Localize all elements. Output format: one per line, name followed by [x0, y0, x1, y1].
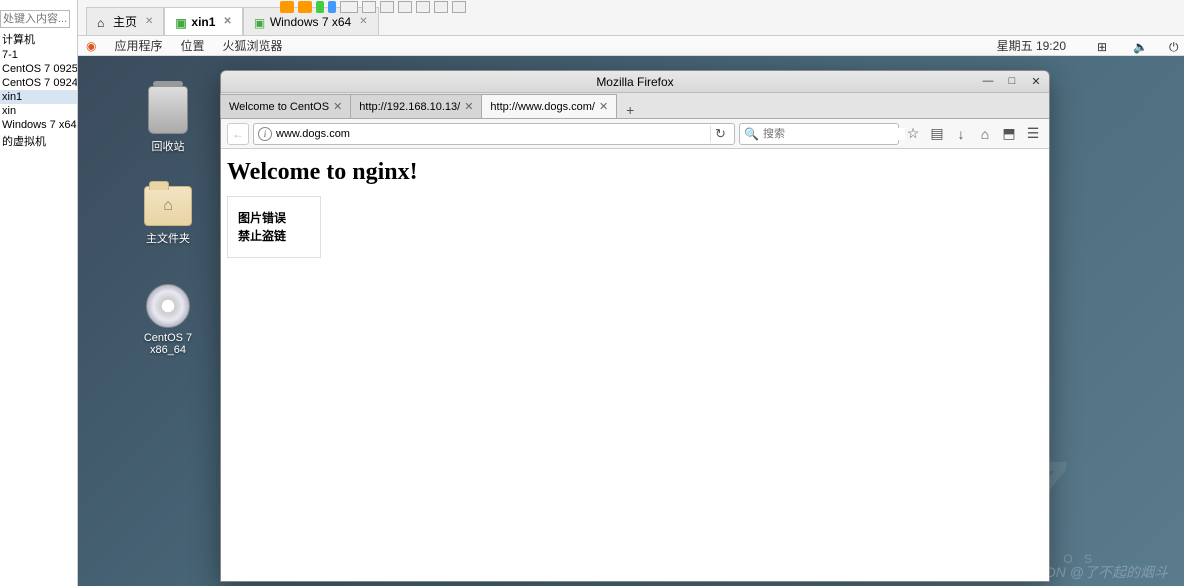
menu-firefox[interactable]: 火狐浏览器 — [223, 37, 283, 54]
vm-tree-item[interactable]: 7-1 — [0, 48, 77, 62]
toolbar-icon[interactable] — [452, 1, 466, 13]
broken-img-text: 图片错误 — [238, 209, 310, 227]
page-heading: Welcome to nginx! — [227, 159, 1043, 186]
vm-sidebar: 计算机 7-1 CentOS 7 0925 CentOS 7 0924 xin1… — [0, 0, 78, 586]
broken-image-placeholder: 图片错误 禁止盗链 — [227, 196, 321, 258]
desktop-icon-trash[interactable]: 回收站 — [128, 86, 208, 154]
tab-label: http://192.168.10.13/ — [359, 101, 460, 113]
host-tab-label: Windows 7 x64 — [270, 15, 351, 29]
centos-text-watermark: O S — [1063, 552, 1096, 566]
toolbar-icon[interactable] — [362, 1, 376, 13]
icon-label: CentOS 7 x86_64 — [128, 332, 208, 356]
window-title: Mozilla Firefox — [596, 75, 673, 89]
vm-tree-item[interactable]: xin1 — [0, 90, 77, 104]
url-bar[interactable]: i ↻ — [253, 123, 735, 145]
host-tab-label: xin1 — [191, 15, 215, 29]
toolbar-icon[interactable] — [398, 1, 412, 13]
toolbar-icon[interactable] — [280, 1, 294, 13]
toolbar-icon[interactable] — [328, 1, 336, 13]
clock[interactable]: 星期五 19:20 — [997, 37, 1066, 54]
search-icon: 🔍 — [744, 127, 759, 141]
close-icon[interactable]: ✕ — [599, 100, 608, 113]
menu-places[interactable]: 位置 — [181, 37, 205, 54]
centos-watermark-7: 7 — [1020, 444, 1065, 536]
firefox-window: Mozilla Firefox — □ ✕ Welcome to CentOS … — [220, 70, 1050, 582]
activities-icon: ◉ — [86, 39, 96, 53]
library-icon[interactable]: ▤ — [927, 124, 947, 144]
csdn-watermark: CSDN @了不起的烟斗 — [1026, 562, 1168, 582]
toolbar-icon[interactable] — [380, 1, 394, 13]
desktop-icon-home[interactable]: ⌂ 主文件夹 — [128, 186, 208, 246]
menu-applications[interactable]: 应用程序 — [114, 37, 162, 54]
close-icon[interactable]: ✕ — [145, 16, 153, 27]
volume-icon[interactable]: 🔈 — [1133, 40, 1145, 52]
search-input[interactable] — [763, 128, 905, 140]
toolbar-icon[interactable] — [298, 1, 312, 13]
maximize-button[interactable]: □ — [1005, 75, 1019, 88]
close-icon[interactable]: ✕ — [333, 100, 342, 113]
home-icon[interactable]: ⌂ — [975, 124, 995, 144]
close-button[interactable]: ✕ — [1029, 75, 1043, 88]
toolbar-icon[interactable] — [434, 1, 448, 13]
desktop-icon-disc[interactable]: CentOS 7 x86_64 — [128, 284, 208, 356]
vm-tree-item[interactable]: CentOS 7 0924 — [0, 76, 77, 90]
home-icon: ⌂ — [97, 16, 109, 28]
vm-tree-item[interactable]: xin — [0, 104, 77, 118]
folder-icon: ⌂ — [144, 186, 192, 226]
vm-tree-item[interactable]: 计算机 — [0, 30, 77, 48]
firefox-tabstrip: Welcome to CentOS ✕ http://192.168.10.13… — [221, 93, 1049, 119]
search-bar[interactable]: 🔍 — [739, 123, 899, 145]
close-icon[interactable]: ✕ — [223, 16, 231, 27]
desktop: 回收站 ⌂ 主文件夹 CentOS 7 x86_64 Mozilla Firef… — [78, 56, 1184, 586]
site-info-icon[interactable]: i — [258, 127, 272, 141]
vm-tree-item[interactable]: 的虚拟机 — [0, 132, 77, 150]
reload-button[interactable]: ↻ — [710, 126, 730, 142]
minimize-button[interactable]: — — [981, 75, 995, 88]
page-content: Welcome to nginx! 图片错误 禁止盗链 — [221, 149, 1049, 581]
icon-label: 主文件夹 — [146, 230, 190, 246]
vm-search-input[interactable] — [0, 10, 70, 28]
browser-tab[interactable]: http://192.168.10.13/ ✕ — [350, 94, 482, 118]
host-tab-home[interactable]: ⌂ 主页 ✕ — [86, 7, 164, 35]
host-tab-xin1[interactable]: ▣ xin1 ✕ — [164, 7, 242, 35]
browser-tab[interactable]: Welcome to CentOS ✕ — [220, 94, 351, 118]
icon-label: 回收站 — [152, 138, 185, 154]
toolbar-icon[interactable] — [416, 1, 430, 13]
new-tab-button[interactable]: + — [617, 102, 643, 118]
vm-tree-item[interactable]: CentOS 7 0925 — [0, 62, 77, 76]
pocket-icon[interactable]: ⬒ — [999, 124, 1019, 144]
power-icon[interactable]: ⏻ — [1169, 40, 1181, 52]
toolbar-icons-strip — [280, 1, 466, 13]
toolbar-icon[interactable] — [316, 1, 324, 13]
bookmark-icon[interactable]: ☆ — [903, 124, 923, 144]
trash-icon — [148, 86, 188, 134]
browser-tab[interactable]: http://www.dogs.com/ ✕ — [481, 94, 617, 118]
close-icon[interactable]: ✕ — [464, 100, 473, 113]
url-input[interactable] — [276, 128, 706, 140]
tab-label: Welcome to CentOS — [229, 101, 329, 113]
firefox-toolbar: ← i ↻ 🔍 ☆ ▤ ↓ ⌂ ⬒ ☰ — [221, 119, 1049, 149]
vm-tree-item[interactable]: Windows 7 x64 — [0, 118, 77, 132]
vm-icon: ▣ — [254, 16, 266, 28]
tab-label: http://www.dogs.com/ — [490, 101, 595, 113]
network-icon[interactable]: ⊞ — [1097, 40, 1109, 52]
home-icon: ⌂ — [163, 197, 173, 215]
gnome-top-bar: ◉ 应用程序 位置 火狐浏览器 星期五 19:20 ⊞ 🔈 ⏻ — [78, 36, 1184, 56]
downloads-icon[interactable]: ↓ — [951, 124, 971, 144]
vm-icon: ▣ — [175, 16, 187, 28]
menu-icon[interactable]: ☰ — [1023, 124, 1043, 144]
disc-icon — [146, 284, 190, 328]
host-tabs: ⌂ 主页 ✕ ▣ xin1 ✕ ▣ Windows 7 x64 ✕ — [78, 0, 1184, 36]
back-button[interactable]: ← — [227, 123, 249, 145]
firefox-titlebar[interactable]: Mozilla Firefox — □ ✕ — [221, 71, 1049, 93]
close-icon[interactable]: ✕ — [359, 16, 367, 27]
broken-img-text: 禁止盗链 — [238, 227, 310, 245]
host-tab-label: 主页 — [113, 13, 137, 30]
